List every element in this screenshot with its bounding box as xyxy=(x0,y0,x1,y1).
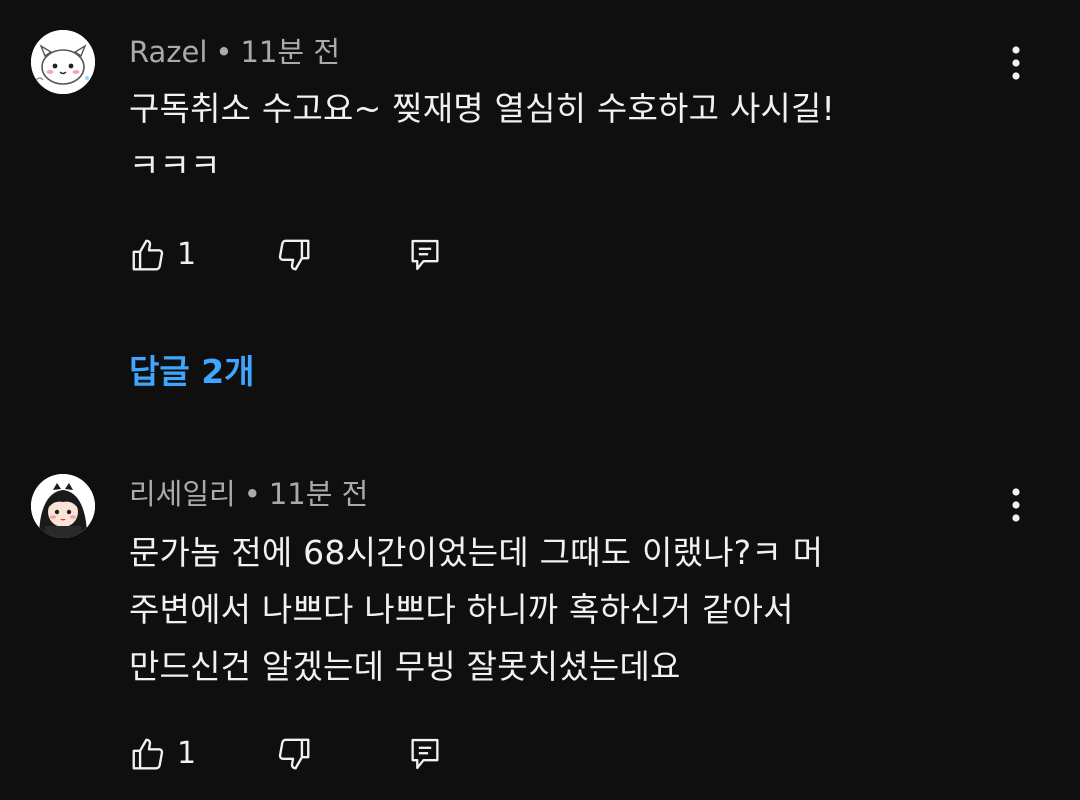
reply-button[interactable] xyxy=(408,235,442,275)
timestamp: 11분 전 xyxy=(268,477,369,511)
more-options-button[interactable] xyxy=(996,38,1036,88)
thumbs-down-icon xyxy=(278,738,310,770)
timestamp: 11분 전 xyxy=(240,35,340,69)
separator-dot: • xyxy=(243,477,261,511)
dislike-button[interactable] xyxy=(275,235,313,275)
view-replies-button[interactable]: 답글 2개 xyxy=(129,350,255,394)
like-button[interactable]: 1 xyxy=(129,734,196,774)
like-count: 1 xyxy=(177,736,197,771)
vertical-dots-icon xyxy=(1012,488,1020,522)
like-count: 1 xyxy=(177,237,197,272)
reply-comment-icon xyxy=(411,738,439,770)
more-options-button[interactable] xyxy=(996,480,1036,530)
thumbs-up-icon xyxy=(132,738,164,770)
thumbs-down-icon xyxy=(278,239,310,271)
reply-button[interactable] xyxy=(408,734,442,774)
comment-text: 구독취소 수고요~ 찢재명 열심히 수호하고 사시길! ㅋㅋㅋ xyxy=(129,89,835,185)
comment-meta: 리세일리 • 11분 전 xyxy=(129,474,368,514)
comment-meta: Razel • 11분 전 xyxy=(129,32,340,72)
cartoon-girl-avatar-icon xyxy=(31,474,95,538)
cute-creature-avatar-icon xyxy=(31,30,95,94)
reply-comment-icon xyxy=(411,239,439,271)
comment-text: 문가놈 전에 68시간이었는데 그때도 이랬나?ㅋ 머 주변에서 나쁘다 나쁘다… xyxy=(129,533,824,686)
avatar[interactable] xyxy=(31,30,95,94)
author-name[interactable]: Razel xyxy=(129,35,207,69)
author-name[interactable]: 리세일리 xyxy=(129,477,236,511)
vertical-dots-icon xyxy=(1012,46,1020,80)
separator-dot: • xyxy=(215,35,233,69)
like-button[interactable]: 1 xyxy=(129,235,196,275)
avatar[interactable] xyxy=(31,474,95,538)
dislike-button[interactable] xyxy=(275,734,313,774)
thumbs-up-icon xyxy=(132,239,164,271)
